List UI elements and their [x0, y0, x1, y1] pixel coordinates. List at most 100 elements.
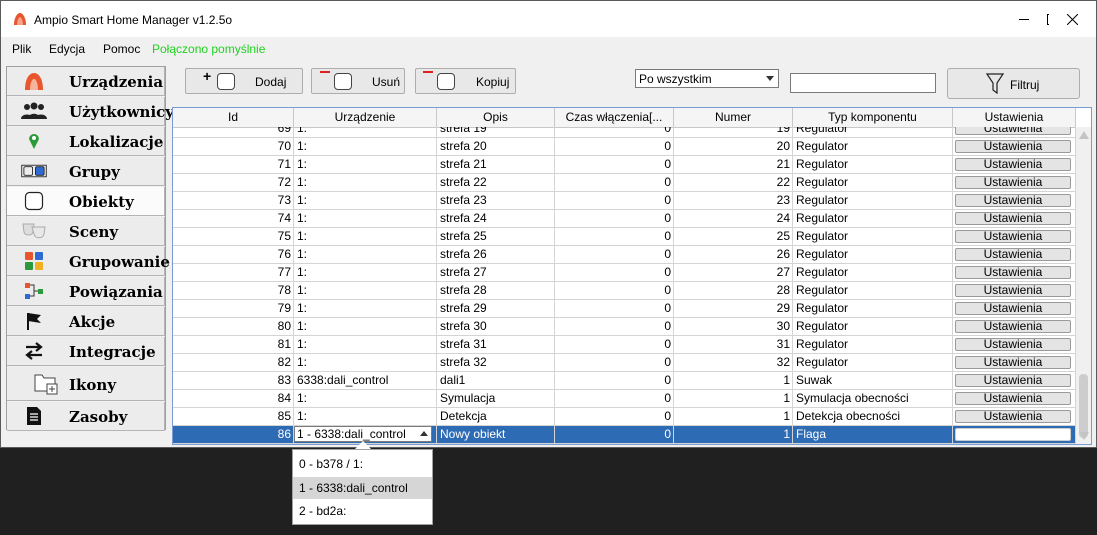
- sidebar-item-urzadzenia[interactable]: Urządzenia: [7, 67, 165, 96]
- table-row[interactable]: 77 1: strefa 27 0 27 Regulator Ustawienia: [173, 264, 1076, 282]
- settings-button[interactable]: Ustawienia: [955, 302, 1071, 315]
- sidebar-item-sceny[interactable]: Sceny: [7, 217, 165, 246]
- table-row[interactable]: 82 1: strefa 32 0 32 Regulator Ustawienia: [173, 354, 1076, 372]
- cell-num: 28: [674, 282, 793, 300]
- cell-device: 1:: [294, 264, 437, 282]
- delete-button[interactable]: Usuń: [311, 68, 405, 94]
- maximize-button-2[interactable]: [1003, 1, 1049, 37]
- sidebar-item-powiazania[interactable]: Powiązania: [7, 277, 165, 306]
- sidebar-item-obiekty[interactable]: Obiekty: [7, 187, 165, 216]
- cell-num: 23: [674, 192, 793, 210]
- col-description[interactable]: Opis: [437, 108, 555, 127]
- table-row[interactable]: 81 1: strefa 31 0 31 Regulator Ustawienia: [173, 336, 1076, 354]
- sidebar-item-grupy[interactable]: Grupy: [7, 157, 165, 186]
- settings-button[interactable]: Ustawienia: [955, 212, 1071, 225]
- cell-time: 0: [555, 192, 674, 210]
- cell-device: 1:: [294, 246, 437, 264]
- cell-num: 22: [674, 174, 793, 192]
- add-folder-icon: [33, 373, 59, 395]
- cell-settings: Ustawienia: [953, 192, 1076, 210]
- cell-type: Regulator: [793, 174, 953, 192]
- table-header: Id Urządzenie Opis Czas włączenia[... Nu…: [173, 108, 1076, 128]
- scroll-thumb[interactable]: [1079, 374, 1088, 438]
- table-row[interactable]: 75 1: strefa 25 0 25 Regulator Ustawienia: [173, 228, 1076, 246]
- table-row[interactable]: 80 1: strefa 30 0 30 Regulator Ustawienia: [173, 318, 1076, 336]
- settings-button[interactable]: Ustawienia: [955, 356, 1071, 369]
- settings-button[interactable]: Ustawienia: [955, 428, 1071, 441]
- table-row[interactable]: 79 1: strefa 29 0 29 Regulator Ustawienia: [173, 300, 1076, 318]
- table-row[interactable]: 69 1: strefa 19 0 19 Regulator Ustawienia: [173, 127, 1076, 138]
- dropdown-option[interactable]: 0 - b378 / 1:: [293, 453, 432, 475]
- settings-button[interactable]: Ustawienia: [955, 374, 1071, 387]
- table-row[interactable]: 78 1: strefa 28 0 28 Regulator Ustawienia: [173, 282, 1076, 300]
- add-button[interactable]: + Dodaj: [185, 68, 303, 94]
- cell-id: 82: [173, 354, 294, 372]
- cell-time: 0: [555, 228, 674, 246]
- settings-button[interactable]: Ustawienia: [955, 284, 1071, 297]
- table-row[interactable]: 71 1: strefa 21 0 21 Regulator Ustawienia: [173, 156, 1076, 174]
- sidebar-item-lokalizacje[interactable]: Lokalizacje: [7, 127, 165, 156]
- settings-button[interactable]: Ustawienia: [955, 127, 1071, 135]
- sidebar-item-uzytkownicy[interactable]: Użytkownicy: [7, 97, 174, 126]
- cell-num: 1: [674, 426, 793, 444]
- settings-button[interactable]: Ustawienia: [955, 140, 1071, 153]
- settings-button[interactable]: Ustawienia: [955, 320, 1071, 333]
- table-row[interactable]: 73 1: strefa 23 0 23 Regulator Ustawienia: [173, 192, 1076, 210]
- dropdown-option[interactable]: 2 - bd2a:: [293, 500, 432, 522]
- cell-settings: Ustawienia: [953, 408, 1076, 426]
- dropdown-option-highlighted[interactable]: 1 - 6338:dali_control: [293, 477, 432, 499]
- filter-mode-select[interactable]: Po wszystkim: [635, 69, 779, 88]
- settings-button[interactable]: Ustawienia: [955, 194, 1071, 207]
- filter-button[interactable]: Filtruj: [947, 68, 1080, 99]
- close-button[interactable]: [1049, 1, 1095, 37]
- cell-time: 0: [555, 282, 674, 300]
- cell-id: 77: [173, 264, 294, 282]
- search-input[interactable]: [790, 73, 936, 93]
- col-number[interactable]: Numer: [674, 108, 793, 127]
- sidebar-item-ikony[interactable]: Ikony: [7, 367, 165, 401]
- settings-button[interactable]: Ustawienia: [955, 392, 1071, 405]
- filter-mode-value: Po wszystkim: [639, 72, 712, 86]
- settings-button[interactable]: Ustawienia: [955, 266, 1071, 279]
- vertical-scrollbar[interactable]: [1076, 127, 1091, 444]
- cell-settings: Ustawienia: [953, 138, 1076, 156]
- col-component-type[interactable]: Typ komponentu: [793, 108, 953, 127]
- cell-num: 25: [674, 228, 793, 246]
- cell-num: 1: [674, 390, 793, 408]
- settings-button[interactable]: Ustawienia: [955, 158, 1071, 171]
- table-row[interactable]: 70 1: strefa 20 0 20 Regulator Ustawienia: [173, 138, 1076, 156]
- copy-button[interactable]: Kopiuj: [415, 68, 516, 94]
- cell-desc: Detekcja: [437, 408, 555, 426]
- cell-device: 1:: [294, 354, 437, 372]
- scroll-up-icon[interactable]: [1079, 131, 1089, 139]
- menu-plik[interactable]: Plik: [12, 42, 31, 56]
- table-row[interactable]: 72 1: strefa 22 0 22 Regulator Ustawienia: [173, 174, 1076, 192]
- table-row[interactable]: 76 1: strefa 26 0 26 Regulator Ustawienia: [173, 246, 1076, 264]
- device-combo[interactable]: 1 - 6338:dali_control: [294, 426, 432, 442]
- settings-button[interactable]: Ustawienia: [955, 248, 1071, 261]
- table-row[interactable]: 84 1: Symulacja 0 1 Symulacja obecności Ustawi…: [173, 390, 1076, 408]
- scroll-down-icon[interactable]: [1079, 432, 1089, 440]
- col-id[interactable]: Id: [173, 108, 294, 127]
- sidebar-item-integracje[interactable]: Integracje: [7, 337, 165, 366]
- table-row[interactable]: 74 1: strefa 24 0 24 Regulator Ustawienia: [173, 210, 1076, 228]
- cell-time: 0: [555, 210, 674, 228]
- settings-button[interactable]: Ustawienia: [955, 410, 1071, 423]
- sidebar-item-akcje[interactable]: Akcje: [7, 307, 165, 336]
- settings-button[interactable]: Ustawienia: [955, 230, 1071, 243]
- table-row[interactable]: 83 6338:dali_control dali1 0 1 Suwak Ustawieni…: [173, 372, 1076, 390]
- settings-button[interactable]: Ustawienia: [955, 176, 1071, 189]
- cell-time: 0: [555, 354, 674, 372]
- menu-pomoc[interactable]: Pomoc: [103, 42, 140, 56]
- col-settings[interactable]: Ustawienia: [953, 108, 1076, 127]
- objects-table: Id Urządzenie Opis Czas włączenia[... Nu…: [172, 107, 1092, 445]
- cell-desc: strefa 20: [437, 138, 555, 156]
- settings-button[interactable]: Ustawienia: [955, 338, 1071, 351]
- col-on-time[interactable]: Czas włączenia[...: [555, 108, 674, 127]
- cell-desc: Nowy obiekt: [437, 426, 555, 444]
- menu-edycja[interactable]: Edycja: [49, 42, 85, 56]
- table-row[interactable]: 85 1: Detekcja 0 1 Detekcja obecności Ustawien…: [173, 408, 1076, 426]
- sidebar-item-grupowanie[interactable]: Grupowanie: [7, 247, 170, 276]
- col-device[interactable]: Urządzenie: [294, 108, 437, 127]
- sidebar-item-zasoby[interactable]: Zasoby: [7, 402, 165, 431]
